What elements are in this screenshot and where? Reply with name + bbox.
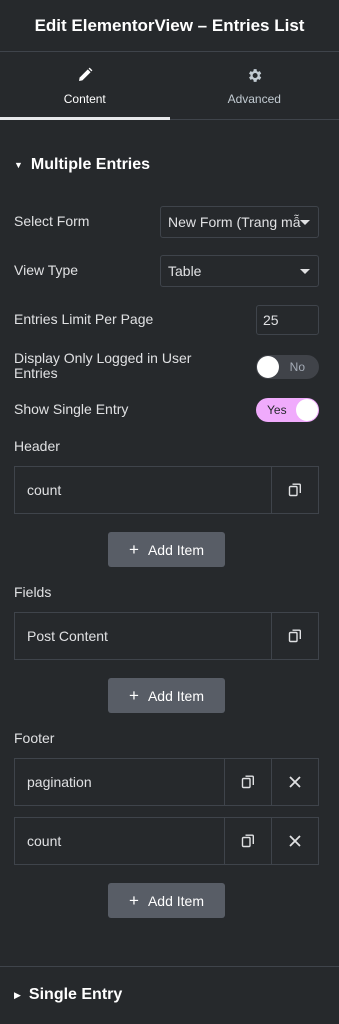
duplicate-button[interactable] (224, 818, 271, 864)
toggle-knob (257, 356, 279, 378)
duplicate-icon (241, 775, 254, 789)
show-single-entry-label: Show Single Entry (14, 401, 129, 417)
section-divider (0, 966, 339, 967)
view-type-value: Table (168, 263, 202, 279)
entries-limit-label: Entries Limit Per Page (14, 311, 154, 327)
header-group-label: Header (14, 438, 60, 454)
header-item-title[interactable]: count (15, 467, 271, 513)
panel-header: Edit ElementorView – Entries List (0, 0, 339, 52)
tab-content[interactable]: Content (0, 53, 170, 120)
add-item-label: Add Item (147, 541, 204, 558)
add-item-label: Add Item (147, 687, 204, 704)
toggle-knob (296, 399, 318, 421)
section-single-entry-toggle[interactable]: ▶ Single Entry (14, 986, 122, 1004)
select-form-dropdown[interactable]: New Form (Trang mẫ (160, 206, 319, 238)
close-icon (289, 835, 301, 847)
chevron-down-icon (300, 269, 310, 274)
entries-limit-input[interactable] (256, 305, 319, 335)
header-item-row: count (14, 466, 319, 514)
duplicate-icon (288, 629, 301, 643)
add-item-label: Add Item (147, 892, 204, 909)
footer-item-row: count (14, 817, 319, 865)
duplicate-button[interactable] (271, 467, 318, 513)
tab-advanced[interactable]: Advanced (170, 53, 339, 119)
section-single-entry-title: Single Entry (28, 986, 123, 1003)
select-form-value: New Form (Trang mẫ (168, 214, 301, 230)
chevron-down-icon (300, 220, 310, 225)
tab-advanced-label: Advanced (227, 92, 281, 106)
tab-content-label: Content (63, 92, 106, 106)
view-type-label: View Type (14, 262, 79, 278)
section-multiple-entries-title: Multiple Entries (30, 156, 151, 173)
view-type-dropdown[interactable]: Table (160, 255, 319, 287)
fields-group-label: Fields (14, 584, 52, 600)
select-form-label: Select Form (14, 213, 90, 229)
duplicate-button[interactable] (271, 613, 318, 659)
pencil-icon (76, 66, 94, 84)
caret-down-icon: ▼ (14, 160, 23, 170)
plus-icon: + (129, 540, 139, 559)
fields-add-item-button[interactable]: + Add Item (108, 678, 225, 713)
footer-item-title[interactable]: pagination (15, 759, 224, 805)
remove-button[interactable] (271, 818, 318, 864)
fields-item-row: Post Content (14, 612, 319, 660)
footer-item-title[interactable]: count (15, 818, 224, 864)
logged-in-only-toggle[interactable]: No (256, 355, 319, 379)
gear-icon (245, 66, 263, 84)
header-add-item-button[interactable]: + Add Item (108, 532, 225, 567)
plus-icon: + (129, 686, 139, 705)
remove-button[interactable] (271, 759, 318, 805)
panel-tabs: Content Advanced (0, 53, 339, 120)
footer-group-label: Footer (14, 730, 55, 746)
show-single-entry-toggle[interactable]: Yes (256, 398, 319, 422)
panel-title: Edit ElementorView – Entries List (34, 15, 305, 35)
footer-add-item-button[interactable]: + Add Item (108, 883, 225, 918)
show-single-entry-state: Yes (267, 403, 287, 417)
logged-in-only-label: Display Only Logged in User Entries (14, 350, 192, 381)
footer-item-row: pagination (14, 758, 319, 806)
logged-in-only-state: No (289, 360, 305, 374)
close-icon (289, 776, 301, 788)
plus-icon: + (129, 891, 139, 910)
duplicate-icon (288, 483, 301, 497)
section-multiple-entries-toggle[interactable]: ▼ Multiple Entries (14, 156, 150, 174)
duplicate-button[interactable] (224, 759, 271, 805)
fields-item-title[interactable]: Post Content (15, 613, 271, 659)
caret-right-icon: ▶ (14, 989, 21, 1000)
duplicate-icon (241, 834, 254, 848)
